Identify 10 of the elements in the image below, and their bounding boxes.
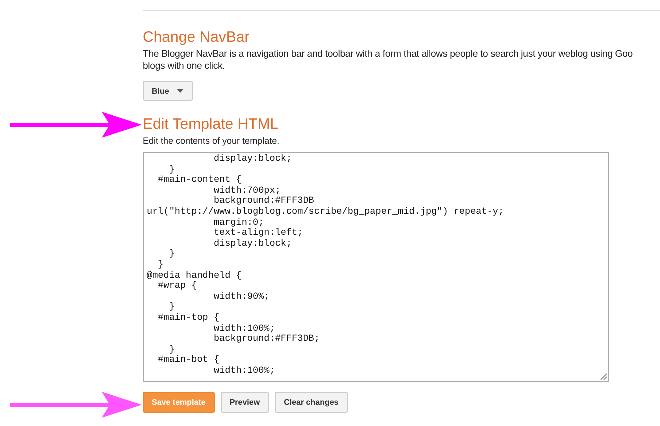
section-title: Edit Template HTML [143, 116, 280, 133]
section-title: Change NavBar [143, 29, 251, 46]
resize-grip-icon[interactable] [600, 373, 607, 380]
caret-icon [177, 89, 184, 93]
template-description: Edit the contents of your template. [143, 136, 281, 146]
action-button[interactable]: Clear changes [275, 392, 348, 413]
template-code-editor[interactable]: display:block; } #main-content { width:700px; background:#FFF3DB url("http://www.blogblog.com/scribe/bg_paper_mid.jpg") repeat-y; margin:0; text-align:left; display:block; } } @media handheld { #wrap { width:90%; } #main-top { width:100%; background:#FFF3DB; } #main-bot { width:100%; [143, 152, 609, 382]
color-dropdown[interactable]: Blue [143, 81, 194, 101]
navbar-description: The Blogger NavBar is a navigation bar and toolbar with a form that allows people to search just your weblog using Goo blogs with one click. [143, 49, 634, 73]
action-button[interactable]: Preview [220, 392, 270, 413]
